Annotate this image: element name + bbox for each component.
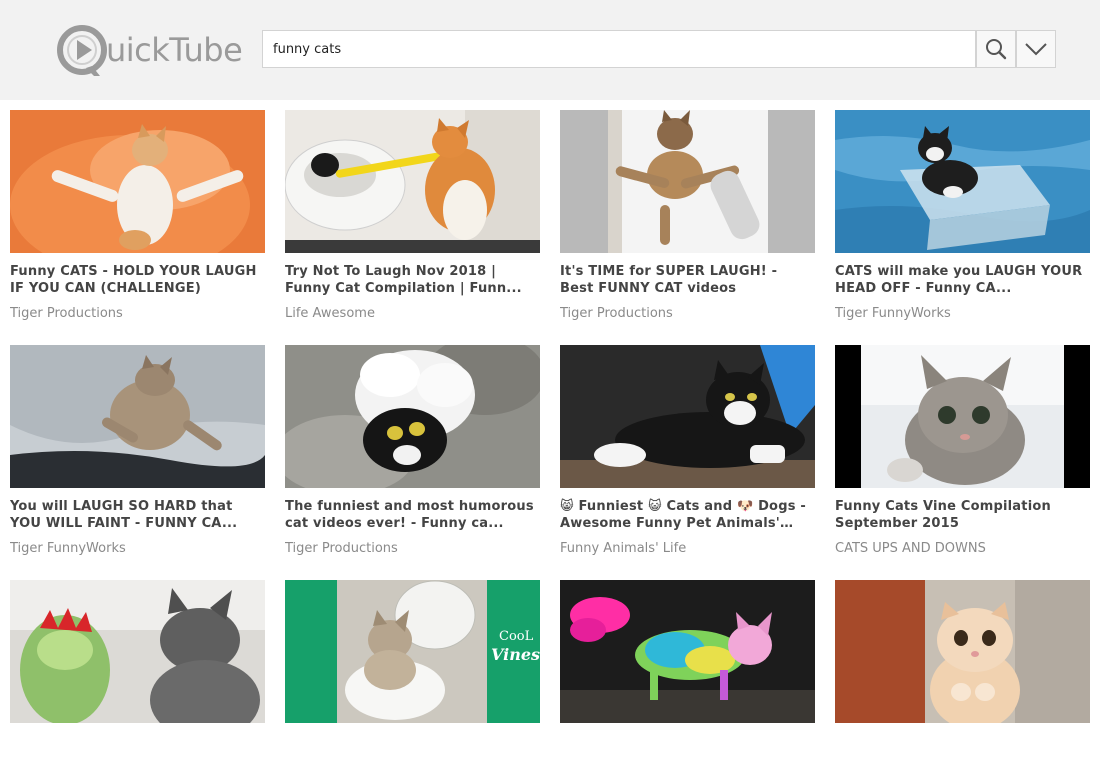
thumbnail-text-vines: Vines	[491, 645, 540, 664]
channel-name[interactable]: Tiger Productions	[560, 306, 815, 322]
video-title[interactable]: CATS will make you LAUGH YOUR HEAD OFF -…	[835, 263, 1090, 297]
video-title[interactable]: It's TIME for SUPER LAUGH! - Best FUNNY …	[560, 263, 815, 297]
video-card[interactable]: CATS will make you LAUGH YOUR HEAD OFF -…	[835, 110, 1090, 322]
video-title[interactable]: The funniest and most humorous cat video…	[285, 498, 540, 532]
channel-name[interactable]: Tiger FunnyWorks	[10, 541, 265, 557]
video-card[interactable]: The funniest and most humorous cat video…	[285, 345, 540, 557]
video-title[interactable]: Funny CATS - HOLD YOUR LAUGH IF YOU CAN …	[10, 263, 265, 297]
video-card[interactable]: Funny Cats Vine Compilation September 20…	[835, 345, 1090, 557]
channel-name[interactable]: Tiger FunnyWorks	[835, 306, 1090, 322]
channel-name[interactable]: Funny Animals' Life	[560, 541, 815, 557]
video-card[interactable]: Try Not To Laugh Nov 2018 | Funny Cat Co…	[285, 110, 540, 322]
video-card[interactable]: CooL Vines	[285, 580, 540, 776]
video-card[interactable]: Funny CATS - HOLD YOUR LAUGH IF YOU CAN …	[10, 110, 265, 322]
video-card[interactable]: It's TIME for SUPER LAUGH! - Best FUNNY …	[560, 110, 815, 322]
video-thumbnail[interactable]	[285, 345, 540, 488]
video-thumbnail[interactable]	[285, 110, 540, 253]
video-title[interactable]: Funny Cats Vine Compilation September 20…	[835, 498, 1090, 532]
video-thumbnail[interactable]	[835, 580, 1090, 723]
video-card[interactable]	[560, 580, 815, 776]
video-thumbnail[interactable]	[560, 110, 815, 253]
video-thumbnail[interactable]	[560, 345, 815, 488]
video-thumbnail[interactable]: CooL Vines	[285, 580, 540, 723]
video-card[interactable]: You will LAUGH SO HARD that YOU WILL FAI…	[10, 345, 265, 557]
channel-name[interactable]: CATS UPS AND DOWNS	[835, 541, 1090, 557]
channel-name[interactable]: Tiger Productions	[10, 306, 265, 322]
video-thumbnail[interactable]	[560, 580, 815, 723]
video-grid: Funny CATS - HOLD YOUR LAUGH IF YOU CAN …	[0, 0, 1100, 723]
video-thumbnail[interactable]	[835, 345, 1090, 488]
video-card[interactable]	[10, 580, 265, 776]
video-thumbnail[interactable]	[835, 110, 1090, 253]
video-title[interactable]	[285, 733, 540, 767]
video-thumbnail[interactable]	[10, 110, 265, 253]
video-card[interactable]	[835, 580, 1090, 776]
video-card[interactable]: 😸 Funniest 😺 Cats and 🐶 Dogs - Awesome F…	[560, 345, 815, 557]
channel-name[interactable]: Life Awesome	[285, 306, 540, 322]
thumbnail-text-cool: CooL	[499, 629, 534, 644]
video-title[interactable]	[835, 733, 1090, 767]
video-title[interactable]: Try Not To Laugh Nov 2018 | Funny Cat Co…	[285, 263, 540, 297]
video-title[interactable]	[10, 733, 265, 767]
video-title[interactable]: You will LAUGH SO HARD that YOU WILL FAI…	[10, 498, 265, 532]
video-thumbnail[interactable]	[10, 345, 265, 488]
video-title[interactable]: 😸 Funniest 😺 Cats and 🐶 Dogs - Awesome F…	[560, 498, 815, 532]
video-title[interactable]	[560, 733, 815, 767]
video-thumbnail[interactable]	[10, 580, 265, 723]
channel-name[interactable]: Tiger Productions	[285, 541, 540, 557]
